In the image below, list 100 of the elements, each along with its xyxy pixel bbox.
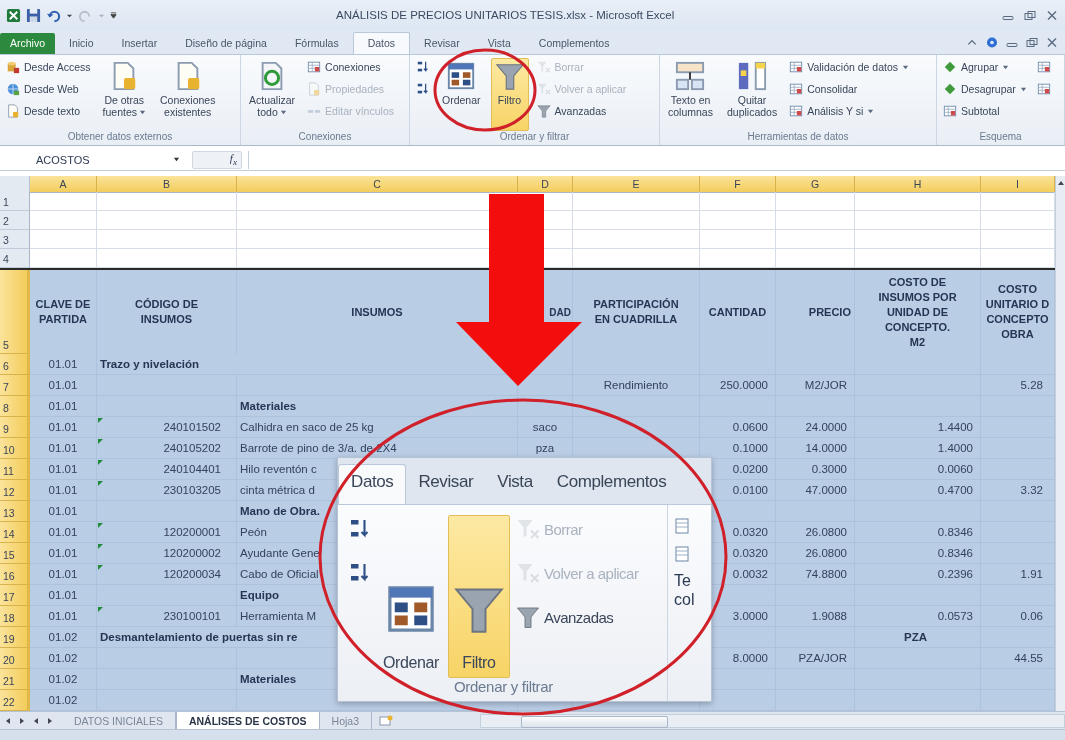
ribbon-button[interactable]: Quitar duplicados [722,58,782,131]
table-cell: 01.02 [30,669,97,690]
row-header[interactable]: 20 [0,648,30,669]
row-header[interactable]: 7 [0,375,30,396]
column-header[interactable]: I [981,176,1055,193]
customize-menu-icon[interactable] [110,11,117,19]
row-header[interactable]: 21 [0,669,30,690]
scroll-up-icon[interactable] [1056,179,1065,187]
ribbon-button[interactable]: Filtro [490,58,529,131]
sheet-tab[interactable]: ANÁLISES DE COSTOS [175,712,320,729]
restore-icon[interactable] [1023,9,1037,21]
table-cell: 01.01 [30,543,97,564]
column-header[interactable]: E [573,176,700,193]
table-cell: CÓDIGO DE INSUMOS [97,270,237,354]
ribbon-tab[interactable]: Datos [338,464,407,504]
close-icon[interactable] [1045,9,1059,21]
row-header[interactable]: 22 [0,690,30,711]
ribbon-button[interactable]: Análisis Y si [787,102,912,120]
restore-icon[interactable] [1025,36,1039,48]
table-cell: 01.02 [30,627,97,648]
row-header[interactable]: 13 [0,501,30,522]
table-cell: 01.02 [30,648,97,669]
ribbon-tab[interactable]: Complementos [544,464,679,504]
table-cell: 47.0000 [776,480,855,501]
ribbon-tab[interactable]: Inicio [55,33,108,54]
ribbon-button[interactable]: Texto en columnas [664,58,717,131]
ribbon-tab[interactable]: Fórmulas [280,33,353,54]
close-icon[interactable] [1045,36,1059,48]
ribbon-button[interactable]: Consolidar [787,80,912,98]
column-header[interactable]: D [518,176,573,193]
ribbon-button[interactable]: Desagrupar [941,80,1029,98]
row-header[interactable]: 5 [0,270,30,354]
row-header[interactable]: 9 [0,417,30,438]
column-header[interactable]: G [776,176,855,193]
ribbon-tab[interactable]: Diseño de página [171,33,281,54]
table-cell: 0.8346 [855,543,981,564]
ribbon-button[interactable]: Actualizar todo [245,58,300,131]
table-cell: 120200002 [97,543,237,564]
column-header[interactable]: F [700,176,776,193]
scrollbar-thumb[interactable] [521,715,668,728]
row-header[interactable]: 1 [0,192,30,211]
column-header[interactable]: B [97,176,237,193]
row-header[interactable]: 17 [0,585,30,606]
ribbon-button[interactable]: De otras fuentes [98,58,150,131]
name-box[interactable]: ACOSTOS [6,153,186,166]
ribbon-button[interactable]: Conexiones [305,58,396,76]
caret-icon [867,107,875,115]
help-icon[interactable] [985,36,999,48]
row-header[interactable]: 6 [0,354,30,375]
table-cell: 01.02 [30,690,97,711]
row-header[interactable]: 16 [0,564,30,585]
spreadsheet-app-icon[interactable] [6,7,21,23]
column-header[interactable]: H [855,176,981,193]
row-header[interactable]: 2 [0,211,30,230]
table-cell: CLAVE DE PARTIDA [30,270,97,354]
row-header[interactable]: 8 [0,396,30,417]
row-header[interactable]: 15 [0,543,30,564]
ribbon-button[interactable]: Subtotal [941,102,1029,120]
ribbon-button[interactable]: Desde texto [4,102,93,120]
insert-function-button[interactable]: f$_{x}$ [229,151,237,168]
row-header[interactable]: 3 [0,230,30,249]
ribbon-button[interactable]: Avanzadas [534,102,629,120]
ribbon-button[interactable]: Validación de datos [787,58,912,76]
table-icon [943,104,957,118]
ribbon-tab[interactable]: Vista [473,33,525,54]
table-cell: 120200001 [97,522,237,543]
document-icon [6,104,20,118]
ribbon-tab[interactable]: Complementos [524,33,624,54]
save-icon[interactable] [26,7,41,23]
table-cell: M2/JOR [776,375,855,396]
horizontal-scrollbar[interactable] [480,713,1065,728]
row-header[interactable]: 10 [0,438,30,459]
table-cell: 120200034 [97,564,237,585]
ribbon-button[interactable]: Filtro [447,515,510,678]
caret-icon [1002,63,1010,71]
ribbon-tab[interactable]: Insertar [107,33,172,54]
ribbon-button[interactable]: Conexiones existentes [156,58,220,131]
column-header[interactable]: C [237,176,518,193]
row-header[interactable]: 4 [0,249,30,268]
table-cell: 0.0573 [855,606,981,627]
ribbon-tab[interactable]: Archivo [0,33,55,54]
row-header[interactable]: 18 [0,606,30,627]
table-cell: 01.01 [30,396,97,417]
table-cell: 0.4700 [855,480,981,501]
row-header[interactable]: 11 [0,459,30,480]
ribbon-button[interactable]: Desde Access [4,58,93,76]
row-header[interactable]: 12 [0,480,30,501]
row-header[interactable]: 19 [0,627,30,648]
table-cell: PZA/JOR [776,648,855,669]
ribbon-tab[interactable]: Datos [352,32,411,54]
table-cell: 01.01 [30,354,97,375]
ribbon-button[interactable]: Agrupar [941,58,1029,76]
table-cell: COSTO UNITARIO D CONCEPTO OBRA [981,270,1055,354]
column-header[interactable]: A [30,176,97,193]
ribbon-tab[interactable]: Revisar [410,33,474,54]
vertical-scrollbar[interactable] [1055,176,1065,711]
ribbon-button[interactable]: Ordenar [438,58,485,131]
row-header[interactable]: 14 [0,522,30,543]
table-cell: 74.8800 [776,564,855,585]
ribbon-button[interactable]: Desde Web [4,80,93,98]
